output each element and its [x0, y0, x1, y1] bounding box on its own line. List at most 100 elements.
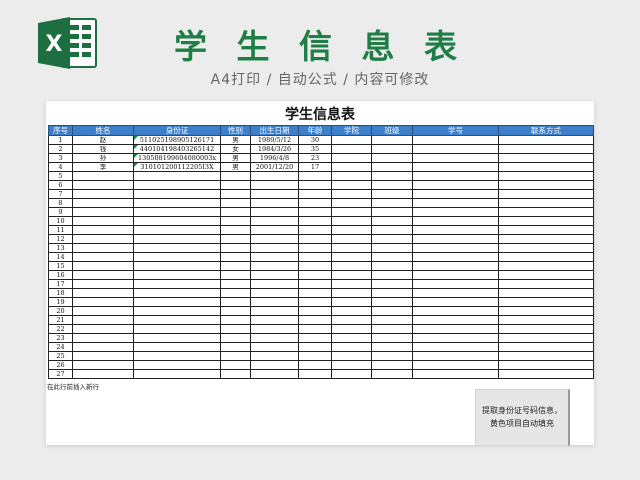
table-cell[interactable]: [250, 315, 299, 325]
table-cell[interactable]: [220, 288, 251, 298]
table-cell[interactable]: [72, 252, 134, 262]
table-cell[interactable]: [72, 180, 134, 190]
table-cell[interactable]: 13: [48, 243, 73, 253]
table-cell[interactable]: [371, 333, 413, 343]
table-cell[interactable]: [250, 189, 299, 199]
table-cell[interactable]: 孙: [72, 153, 134, 163]
column-header[interactable]: 学院: [331, 125, 372, 136]
table-cell[interactable]: [331, 162, 372, 172]
table-cell[interactable]: [371, 324, 413, 334]
column-header[interactable]: 联系方式: [498, 125, 594, 136]
table-cell[interactable]: [498, 252, 594, 262]
table-cell[interactable]: [133, 288, 221, 298]
table-cell[interactable]: [220, 297, 251, 307]
table-cell[interactable]: [250, 198, 299, 208]
table-cell[interactable]: 男: [220, 162, 251, 172]
table-cell[interactable]: [498, 369, 594, 379]
table-cell[interactable]: 2: [48, 144, 73, 154]
table-cell[interactable]: [298, 333, 332, 343]
table-cell[interactable]: [298, 270, 332, 280]
table-cell[interactable]: [331, 306, 372, 316]
table-cell[interactable]: [220, 342, 251, 352]
table-cell[interactable]: [371, 234, 413, 244]
table-cell[interactable]: 6: [48, 180, 73, 190]
table-cell[interactable]: [72, 234, 134, 244]
table-cell[interactable]: 22: [48, 324, 73, 334]
table-cell[interactable]: 5: [48, 171, 73, 181]
table-cell[interactable]: [72, 333, 134, 343]
table-cell[interactable]: [371, 360, 413, 370]
table-cell[interactable]: [412, 171, 499, 181]
table-cell[interactable]: [331, 342, 372, 352]
table-cell[interactable]: 7: [48, 189, 73, 199]
table-cell[interactable]: [72, 324, 134, 334]
table-cell[interactable]: [133, 261, 221, 271]
table-cell[interactable]: [331, 135, 372, 145]
table-cell[interactable]: [412, 279, 499, 289]
table-cell[interactable]: [298, 297, 332, 307]
table-cell[interactable]: [72, 288, 134, 298]
table-cell[interactable]: [298, 216, 332, 226]
table-cell[interactable]: [498, 324, 594, 334]
table-cell[interactable]: 9: [48, 207, 73, 217]
table-cell[interactable]: [331, 360, 372, 370]
table-cell[interactable]: [220, 180, 251, 190]
table-cell[interactable]: [250, 306, 299, 316]
table-cell[interactable]: [298, 351, 332, 361]
table-cell[interactable]: [331, 369, 372, 379]
table-cell[interactable]: [133, 207, 221, 217]
table-cell[interactable]: [412, 216, 499, 226]
table-cell[interactable]: [498, 135, 594, 145]
table-cell[interactable]: [371, 297, 413, 307]
table-cell[interactable]: [133, 198, 221, 208]
table-cell[interactable]: [498, 189, 594, 199]
table-cell[interactable]: [371, 144, 413, 154]
table-cell[interactable]: 男: [220, 153, 251, 163]
table-cell[interactable]: [298, 180, 332, 190]
table-cell[interactable]: [220, 234, 251, 244]
table-cell[interactable]: [498, 162, 594, 172]
table-cell[interactable]: 20: [48, 306, 73, 316]
table-cell[interactable]: 3: [48, 153, 73, 163]
table-cell[interactable]: [72, 261, 134, 271]
table-cell[interactable]: [298, 324, 332, 334]
table-cell[interactable]: 赵: [72, 135, 134, 145]
table-cell[interactable]: 130508199604080003x: [133, 153, 221, 163]
table-cell[interactable]: [331, 333, 372, 343]
table-cell[interactable]: [133, 270, 221, 280]
table-cell[interactable]: [331, 243, 372, 253]
table-cell[interactable]: [220, 252, 251, 262]
column-header[interactable]: 年龄: [298, 125, 332, 136]
column-header[interactable]: 班级: [371, 125, 413, 136]
table-cell[interactable]: [298, 234, 332, 244]
table-cell[interactable]: 1989/5/12: [250, 135, 299, 145]
table-cell[interactable]: [498, 171, 594, 181]
table-cell[interactable]: [498, 279, 594, 289]
table-cell[interactable]: [412, 351, 499, 361]
table-cell[interactable]: [220, 261, 251, 271]
table-cell[interactable]: 310101200112205I3X: [133, 162, 221, 172]
table-cell[interactable]: [220, 171, 251, 181]
table-cell[interactable]: [412, 153, 499, 163]
table-cell[interactable]: [298, 360, 332, 370]
table-cell[interactable]: [133, 333, 221, 343]
table-cell[interactable]: [220, 360, 251, 370]
table-cell[interactable]: [412, 207, 499, 217]
table-cell[interactable]: [498, 270, 594, 280]
column-header[interactable]: 姓名: [72, 125, 134, 136]
table-cell[interactable]: [498, 315, 594, 325]
table-cell[interactable]: [498, 207, 594, 217]
table-cell[interactable]: [331, 198, 372, 208]
table-cell[interactable]: [72, 342, 134, 352]
table-cell[interactable]: [331, 225, 372, 235]
table-cell[interactable]: 1: [48, 135, 73, 145]
table-cell[interactable]: [371, 180, 413, 190]
table-cell[interactable]: [72, 243, 134, 253]
table-cell[interactable]: 15: [48, 261, 73, 271]
table-cell[interactable]: [72, 270, 134, 280]
table-cell[interactable]: [72, 297, 134, 307]
table-cell[interactable]: [133, 243, 221, 253]
table-cell[interactable]: [298, 207, 332, 217]
table-cell[interactable]: [220, 306, 251, 316]
table-cell[interactable]: 30: [298, 135, 332, 145]
